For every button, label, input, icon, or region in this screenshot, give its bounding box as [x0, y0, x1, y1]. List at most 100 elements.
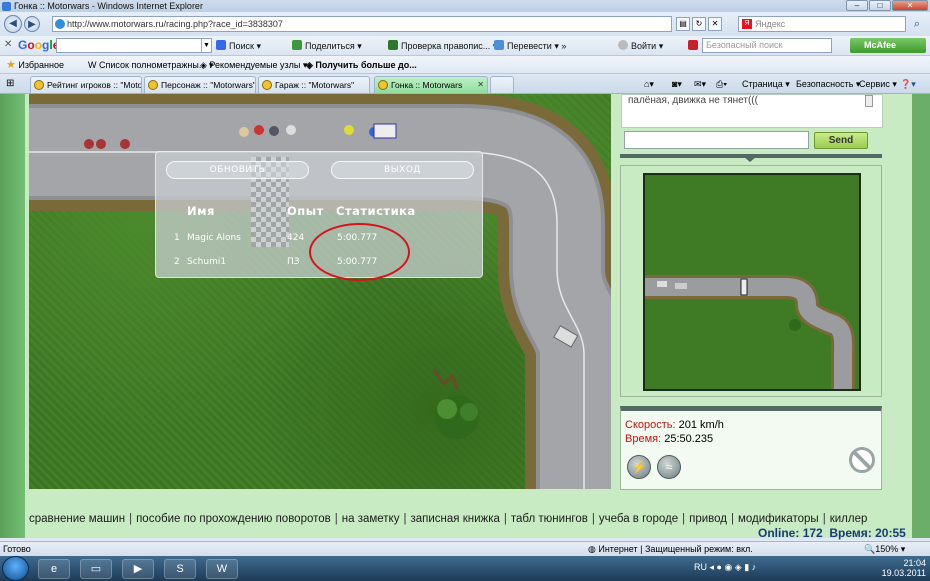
explorer-taskbar-icon[interactable]: ▭	[80, 559, 112, 579]
footer-link[interactable]: на заметку	[342, 513, 400, 525]
share-button[interactable]: Поделиться ▾	[292, 39, 362, 53]
row-position: 1	[174, 233, 180, 243]
search-input[interactable]: Я Яндекс	[738, 16, 906, 32]
yandex-icon: Я	[742, 19, 752, 29]
close-window-button[interactable]: ✕	[892, 0, 928, 11]
exit-button[interactable]: ВЫХОД	[331, 161, 474, 179]
language-indicator[interactable]: RU	[694, 562, 707, 572]
zone-status: ◍ Интернет | Защищенный режим: вкл.	[588, 544, 753, 554]
status-bar: Готово ◍ Интернет | Защищенный режим: вк…	[0, 541, 930, 556]
refresh-icon[interactable]: ↻	[692, 17, 706, 31]
ie-taskbar-icon[interactable]: e	[38, 559, 70, 579]
tools-menu[interactable]: Сервис ▾	[859, 78, 897, 90]
row-exp: 424	[287, 233, 305, 243]
ie-icon	[2, 2, 11, 11]
google-toolbar: ✕ Google ▼ Поиск ▾ Поделиться ▾ Проверка…	[0, 36, 930, 56]
footer-link[interactable]: учеба в городе	[599, 513, 678, 525]
spellcheck-button[interactable]: Проверка правопис... ▾	[388, 39, 497, 53]
time-readout: Время: 25:50.235	[625, 433, 714, 445]
footer-link[interactable]: сравнение машин	[29, 513, 125, 525]
compat-view-icon[interactable]: ▤	[676, 17, 690, 31]
address-input[interactable]: http://www.motorwars.ru/racing.php?race_…	[52, 16, 672, 32]
site-favicon	[34, 80, 44, 90]
mail-icon[interactable]: ✉▾	[694, 78, 706, 90]
footer-link[interactable]: табл тюнингов	[511, 513, 588, 525]
print-icon[interactable]: ⎙▾	[716, 78, 727, 90]
address-row: ◀ ▶ http://www.motorwars.ru/racing.php?r…	[0, 12, 930, 36]
favorites-button[interactable]: ★ Избранное	[6, 58, 64, 72]
panel-divider	[620, 154, 882, 163]
search-icon[interactable]: ⌕	[908, 16, 926, 32]
chat-scrollbar[interactable]	[865, 95, 873, 107]
mcafee-shield-icon	[688, 39, 701, 53]
system-tray: RU ◂ ● ◉ ◈ ▮ ♪	[694, 562, 757, 572]
safety-menu[interactable]: Безопасность ▾	[796, 78, 860, 90]
chevron-down-icon[interactable]: ▼	[201, 39, 211, 52]
nitro-icon[interactable]: ⚡	[627, 455, 651, 479]
stop-icon[interactable]: ✕	[708, 17, 722, 31]
feeds-icon[interactable]: ◙▾	[672, 78, 682, 90]
home-icon[interactable]: ⌂▾	[644, 78, 654, 90]
signin-button[interactable]: Войти ▾	[618, 39, 663, 53]
window-title-bar: Гонка :: Motorwars - Windows Internet Ex…	[0, 0, 930, 12]
forward-button[interactable]: ▶	[24, 16, 40, 32]
footer-link[interactable]: киллер	[830, 513, 868, 525]
footer-link[interactable]: модификаторы	[738, 513, 819, 525]
back-button[interactable]: ◀	[4, 15, 22, 33]
new-tab-button[interactable]	[490, 76, 514, 93]
chat-message-text: палёная, движка не тянет(((	[628, 95, 758, 106]
col-header-exp: Опыт	[287, 204, 324, 218]
maximize-button[interactable]: □	[869, 0, 891, 11]
start-button[interactable]	[2, 556, 29, 581]
send-button[interactable]: Send	[814, 132, 868, 149]
minimap-track	[645, 175, 859, 389]
race-info-panel: Скорость: 201 km/h Время: 25:50.235 ⚡ ≈	[620, 406, 882, 490]
tab-rating[interactable]: Рейтинг игроков :: "Moto...	[30, 76, 142, 93]
skype-taskbar-icon[interactable]: S	[164, 559, 196, 579]
toolbar-close-icon[interactable]: ✕	[4, 39, 12, 50]
chat-input[interactable]	[624, 131, 809, 149]
zoom-control[interactable]: 🔍150% ▾	[864, 543, 905, 556]
favorite-item[interactable]: ◈ Получить больше до...	[306, 58, 417, 72]
google-search-input[interactable]: ▼	[56, 38, 212, 53]
media-player-taskbar-icon[interactable]: ▶	[122, 559, 154, 579]
window-title: Гонка :: Motorwars - Windows Internet Ex…	[14, 1, 203, 11]
tab-garage[interactable]: Гараж :: "Motorwars"	[258, 76, 370, 93]
footer-link[interactable]: привод	[689, 513, 727, 525]
tab-race[interactable]: Гонка :: Motorwars ✕	[374, 76, 488, 93]
safe-search-input[interactable]: Безопасный поиск	[702, 38, 832, 53]
chat-messages: палёная, движка не тянет(((	[621, 94, 883, 128]
help-icon[interactable]: ❓▾	[900, 78, 916, 90]
page-favicon	[55, 19, 65, 29]
favorite-item[interactable]: ◈ Рекомендуемые узлы ▾	[200, 58, 307, 72]
row-player-name: Schumi1	[187, 257, 227, 267]
refresh-button[interactable]: ОБНОВИТЬ	[166, 161, 309, 179]
footer-link[interactable]: записная книжка	[410, 513, 499, 525]
speed-readout: Скорость: 201 km/h	[625, 419, 724, 431]
row-exp: ПЗ	[287, 257, 300, 267]
footer-link[interactable]: пособие по прохождению поворотов	[136, 513, 331, 525]
mcafee-button[interactable]: McAfee	[850, 38, 926, 53]
translate-button[interactable]: Перевести ▾ »	[494, 39, 566, 53]
favorite-item[interactable]: W Список полнометражны... ▾	[88, 58, 213, 72]
server-time: 20:55	[875, 526, 906, 540]
site-favicon	[148, 80, 158, 90]
close-tab-icon[interactable]: ✕	[477, 77, 484, 93]
user-icon	[618, 40, 628, 50]
clock-date: 19.03.2011	[881, 568, 926, 578]
search-icon	[216, 40, 226, 50]
tab-character[interactable]: Персонаж :: "Motorwars"	[144, 76, 256, 93]
stop-race-icon[interactable]	[849, 447, 875, 473]
wave-icon[interactable]: ≈	[657, 455, 681, 479]
clock[interactable]: 21:04 19.03.2011	[882, 558, 926, 578]
site-favicon	[262, 80, 272, 90]
share-icon	[292, 40, 302, 50]
minimap	[643, 173, 861, 391]
quick-tabs-icon[interactable]: ⊞	[6, 78, 14, 89]
footer-links: сравнение машин | пособие по прохождению п…	[29, 513, 868, 525]
word-taskbar-icon[interactable]: W	[206, 559, 238, 579]
page-menu[interactable]: Страница ▾	[742, 78, 790, 90]
minimize-button[interactable]: –	[846, 0, 868, 11]
collapse-arrow-icon[interactable]	[744, 157, 756, 162]
google-search-button[interactable]: Поиск ▾	[216, 39, 261, 53]
